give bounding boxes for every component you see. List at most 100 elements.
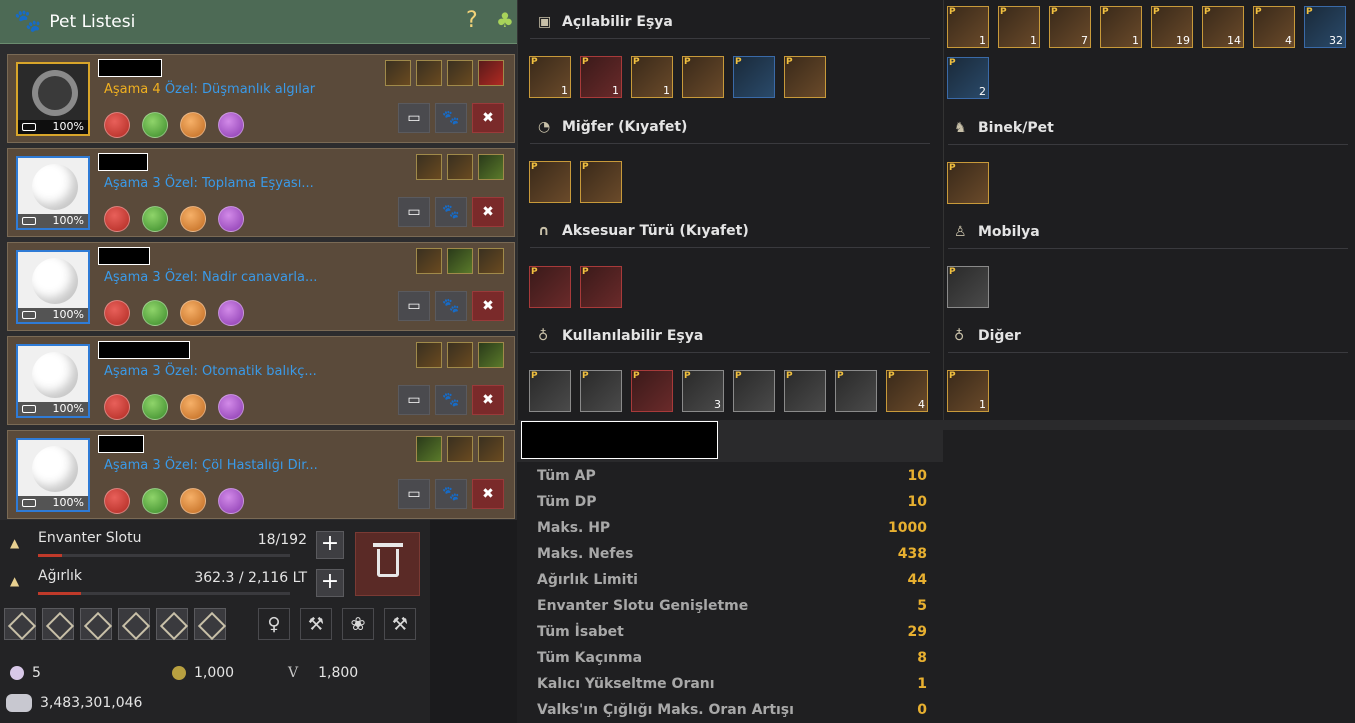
seal-button[interactable]: ✖ (472, 103, 504, 133)
trait-icon[interactable] (416, 248, 442, 274)
swirl-icon[interactable]: ❀ (342, 608, 374, 640)
seal-button[interactable]: ✖ (472, 479, 504, 509)
skill-icon[interactable] (142, 394, 168, 420)
trait-icon[interactable] (447, 248, 473, 274)
item-slot[interactable]: P7 (1049, 6, 1091, 48)
trash-button[interactable] (355, 532, 420, 596)
item-slot[interactable]: P1 (631, 56, 673, 98)
skill-icon[interactable] (180, 488, 206, 514)
pet-portrait[interactable]: 100% (16, 156, 90, 230)
trait-icon[interactable] (447, 436, 473, 462)
skill-icon[interactable] (180, 300, 206, 326)
pet-card[interactable]: 100% Aşama 3 Özel: Nadir canavarla... ▭ (7, 242, 515, 331)
lantern-icon[interactable]: ♀ (258, 608, 290, 640)
item-slot[interactable]: P1 (580, 56, 622, 98)
skill-icon[interactable] (142, 112, 168, 138)
trait-icon[interactable] (478, 436, 504, 462)
pet-card[interactable]: 100% Aşama 3 Özel: Toplama Eşyası... ▭ 🐾… (7, 148, 515, 237)
item-slot[interactable]: P 19 (1151, 6, 1193, 48)
item-slot[interactable]: P (947, 162, 989, 204)
skill-icon[interactable] (142, 300, 168, 326)
help-button[interactable]: ? (466, 8, 478, 33)
trait-icon[interactable] (416, 436, 442, 462)
paw-button[interactable]: 🐾 (435, 197, 467, 227)
trait-icon[interactable] (385, 60, 411, 86)
trait-icon[interactable] (478, 248, 504, 274)
trait-icon[interactable] (447, 154, 473, 180)
skill-icon[interactable] (218, 112, 244, 138)
grid-icon[interactable] (156, 608, 188, 640)
seal-button[interactable]: ✖ (472, 291, 504, 321)
pet-portrait[interactable]: 100% (16, 62, 90, 136)
skill-icon[interactable] (142, 488, 168, 514)
expand-weight-button[interactable]: + (316, 569, 344, 597)
skill-icon[interactable] (104, 112, 130, 138)
paw-button[interactable]: 🐾 (435, 103, 467, 133)
item-slot[interactable]: P (631, 370, 673, 412)
pet-portrait[interactable]: 100% (16, 438, 90, 512)
item-slot[interactable]: P (580, 370, 622, 412)
skill-icon[interactable] (218, 394, 244, 420)
clover-icon[interactable]: ♣ (496, 8, 514, 32)
skill-icon[interactable] (142, 206, 168, 232)
pet-card[interactable]: 100% Aşama 3 Özel: Otomatik balıkç... ▭ (7, 336, 515, 425)
mallet-icon[interactable]: ⚒ (384, 608, 416, 640)
item-slot[interactable]: P (682, 56, 724, 98)
sword-icon[interactable] (4, 608, 36, 640)
item-slot[interactable]: P (835, 370, 877, 412)
trait-icon[interactable] (447, 342, 473, 368)
crystal-icon[interactable] (118, 608, 150, 640)
item-slot[interactable]: P (580, 266, 622, 308)
skill-icon[interactable] (218, 206, 244, 232)
skill-icon[interactable] (104, 206, 130, 232)
item-slot[interactable]: P4 (886, 370, 928, 412)
skill-icon[interactable] (218, 488, 244, 514)
item-slot[interactable]: P (733, 370, 775, 412)
trait-icon[interactable] (478, 342, 504, 368)
skill-icon[interactable] (180, 112, 206, 138)
pet-portrait[interactable]: 100% (16, 250, 90, 324)
paw-button[interactable]: 🐾 (435, 385, 467, 415)
trait-icon[interactable] (416, 154, 442, 180)
skill-icon[interactable] (218, 300, 244, 326)
item-slot[interactable]: P (947, 266, 989, 308)
feed-button[interactable]: ▭ (398, 479, 430, 509)
seal-button[interactable]: ✖ (472, 197, 504, 227)
item-slot[interactable]: P (733, 56, 775, 98)
item-slot[interactable]: P (529, 370, 571, 412)
skill-icon[interactable] (104, 394, 130, 420)
trait-icon[interactable] (478, 60, 504, 86)
item-slot[interactable]: P1 (947, 6, 989, 48)
hammer-icon[interactable]: ⚒ (300, 608, 332, 640)
item-slot[interactable]: P1 (998, 6, 1040, 48)
repair-icon[interactable] (194, 608, 226, 640)
seal-button[interactable]: ✖ (472, 385, 504, 415)
item-slot[interactable]: P 32 (1304, 6, 1346, 48)
trait-icon[interactable] (478, 154, 504, 180)
item-slot[interactable]: P2 (947, 57, 989, 99)
feed-button[interactable]: ▭ (398, 385, 430, 415)
feed-button[interactable]: ▭ (398, 197, 430, 227)
item-slot[interactable]: P (784, 370, 826, 412)
item-slot[interactable]: P (580, 161, 622, 203)
item-slot[interactable]: P4 (1253, 6, 1295, 48)
skill-icon[interactable] (104, 300, 130, 326)
item-slot[interactable]: P3 (682, 370, 724, 412)
skill-icon[interactable] (104, 488, 130, 514)
pet-card[interactable]: 100% Aşama 4 Özel: Düşmanlık algılar ▭ 🐾… (7, 54, 515, 143)
paw-button[interactable]: 🐾 (435, 291, 467, 321)
item-slot[interactable]: P (529, 266, 571, 308)
feed-button[interactable]: ▭ (398, 103, 430, 133)
trait-icon[interactable] (447, 60, 473, 86)
item-slot[interactable]: P (529, 161, 571, 203)
item-slot[interactable]: P 14 (1202, 6, 1244, 48)
trait-icon[interactable] (416, 60, 442, 86)
alchemy-icon[interactable] (80, 608, 112, 640)
item-slot[interactable]: P (784, 56, 826, 98)
pet-card[interactable]: 100% Aşama 3 Özel: Çöl Hastalığı Dir... … (7, 430, 515, 519)
item-slot[interactable]: P1 (1100, 6, 1142, 48)
gem-icon[interactable] (42, 608, 74, 640)
trait-icon[interactable] (416, 342, 442, 368)
feed-button[interactable]: ▭ (398, 291, 430, 321)
pet-portrait[interactable]: 100% (16, 344, 90, 418)
